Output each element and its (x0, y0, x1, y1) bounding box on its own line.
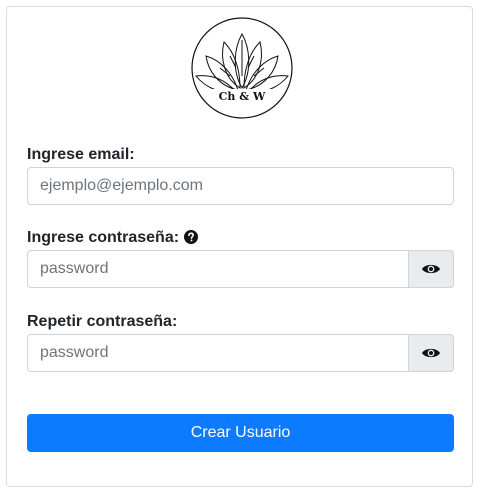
password-label-row: Ingrese contraseña: (27, 228, 199, 248)
eye-icon (422, 264, 440, 274)
eye-icon (422, 348, 440, 358)
register-card: Ch & W Ingrese email: Ingrese contraseña… (6, 6, 473, 487)
logo-text: Ch & W (219, 90, 266, 103)
question-circle-icon[interactable] (184, 230, 199, 244)
toggle-repeat-password-visibility-button[interactable] (408, 334, 454, 372)
password-input-group (27, 250, 454, 288)
lotus-logo: Ch & W (191, 17, 293, 119)
toggle-password-visibility-button[interactable] (408, 250, 454, 288)
create-user-button[interactable]: Crear Usuario (27, 414, 454, 452)
repeat-password-input[interactable] (27, 334, 408, 372)
repeat-password-label: Repetir contraseña: (27, 313, 178, 330)
email-label: Ingrese email: (27, 146, 135, 163)
email-input[interactable] (27, 167, 454, 205)
repeat-password-input-group (27, 334, 454, 372)
password-label: Ingrese contraseña: (27, 229, 180, 246)
password-input[interactable] (27, 250, 408, 288)
